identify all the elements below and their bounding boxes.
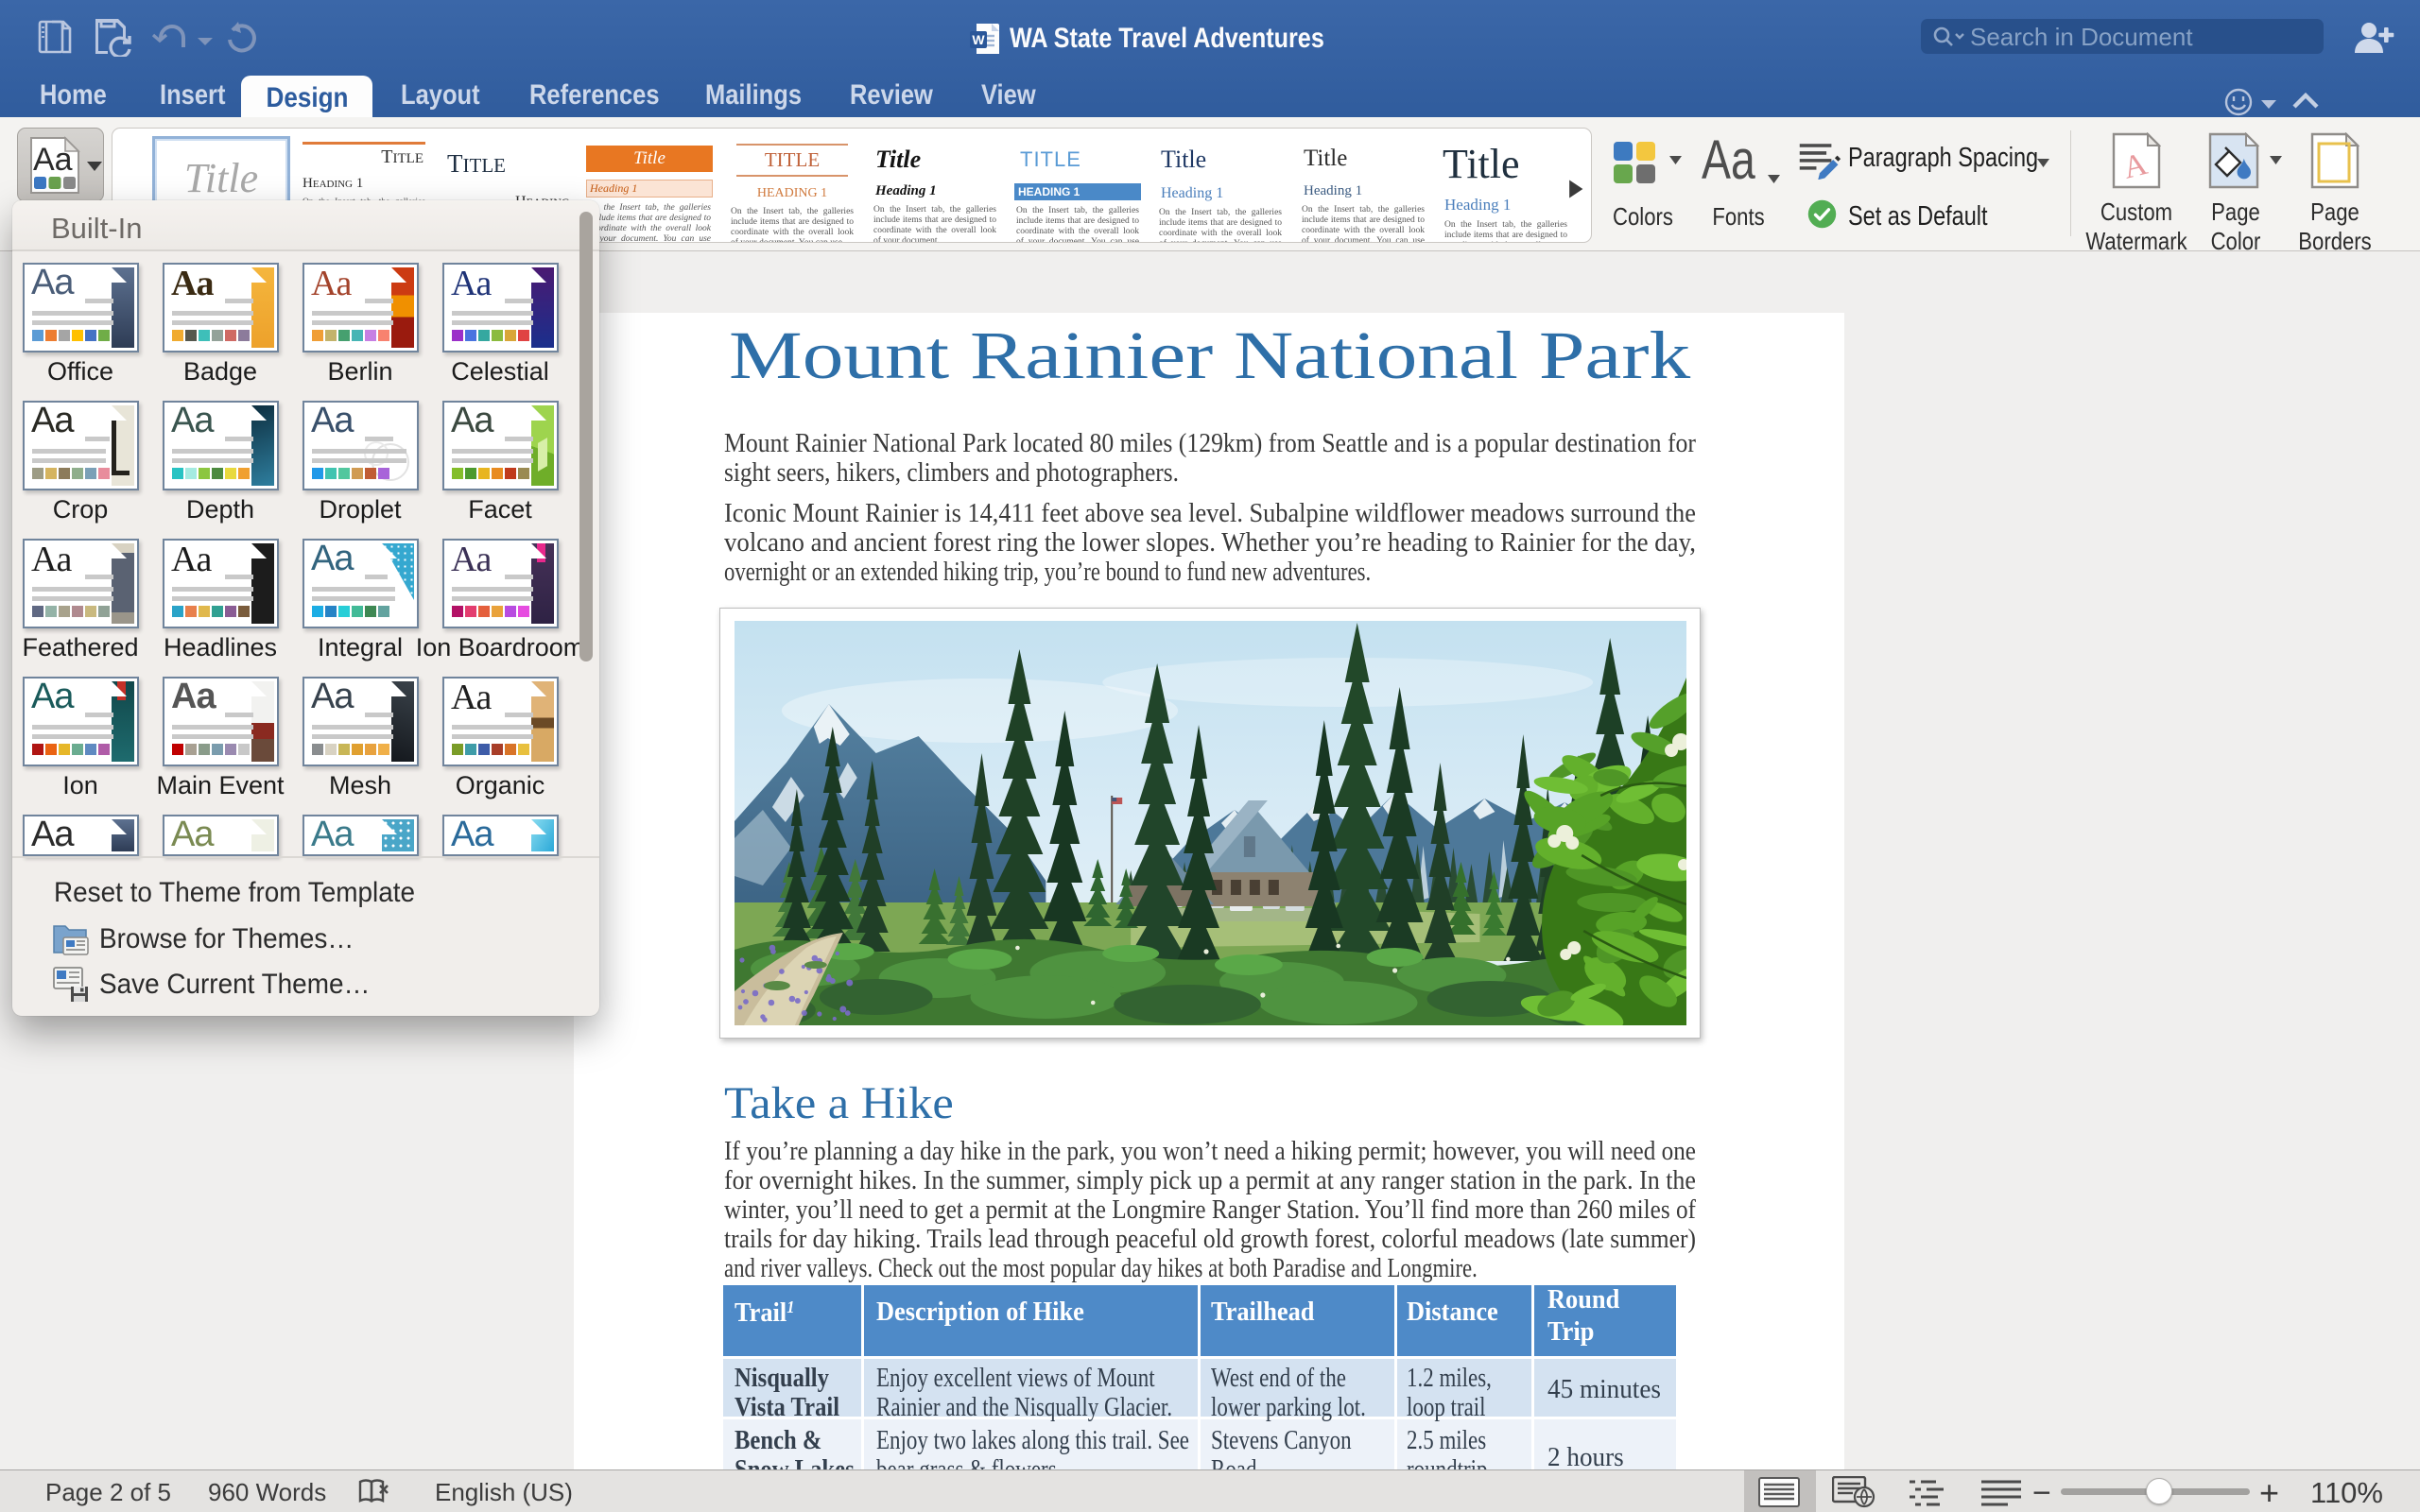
svg-text:W: W — [972, 32, 985, 47]
svg-text:Aa: Aa — [33, 142, 73, 178]
